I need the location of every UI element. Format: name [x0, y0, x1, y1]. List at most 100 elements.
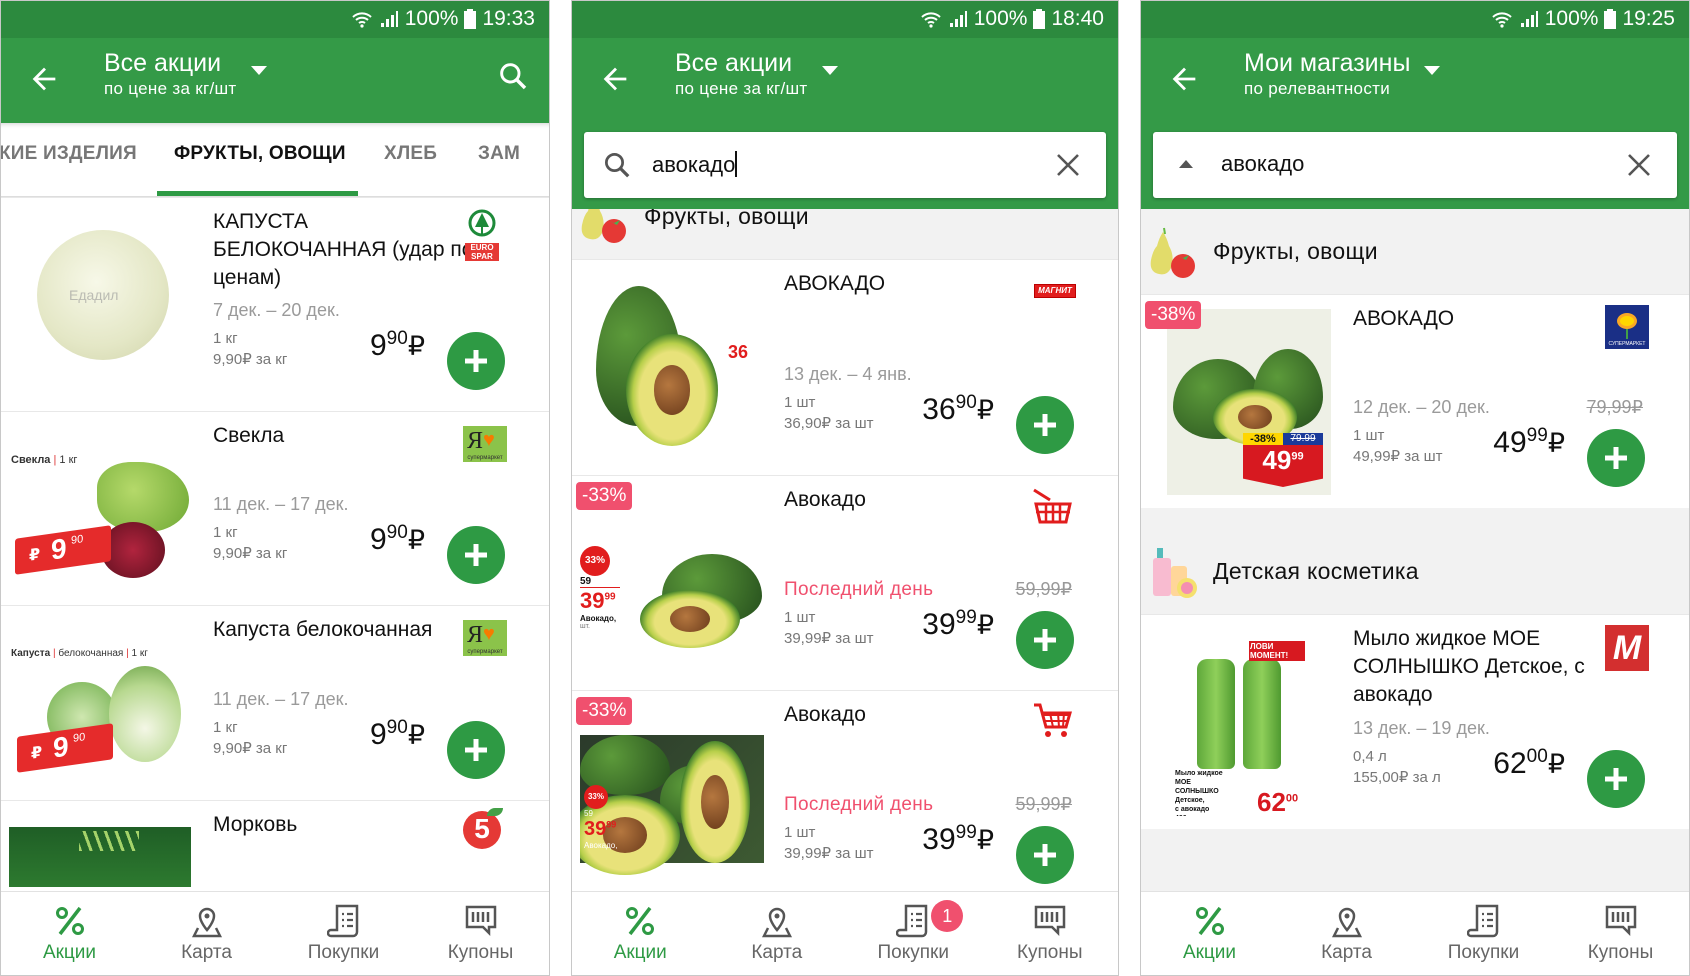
product-card[interactable]: Капуста | белокочанная | 1 кг ₽9 90 Капуста…	[1, 605, 549, 800]
clear-search-icon[interactable]	[1627, 153, 1651, 177]
tab-2[interactable]: ХЛЕБ	[384, 143, 437, 165]
product-image[interactable]: -38% 79.99 4999	[1149, 309, 1341, 495]
coupon-icon	[465, 905, 496, 937]
nav-coupon[interactable]: Купоны	[1552, 892, 1689, 975]
tab-0[interactable]: КИЕ ИЗДЕЛИЯ	[1, 143, 137, 165]
nav-receipt[interactable]: Покупки 1	[845, 892, 982, 975]
add-to-list-button[interactable]	[1587, 429, 1645, 487]
back-arrow-icon[interactable]	[27, 62, 61, 96]
magnit-text: МАГНИТ	[1038, 286, 1072, 295]
product-title[interactable]: КАПУСТА БЕЛОКОЧАННАЯ (удар по ценам)	[213, 208, 483, 292]
nav-label: Купоны	[447, 942, 514, 963]
product-title[interactable]: Свекла	[213, 422, 483, 450]
view-selector[interactable]: Все акции по цене за кг/шт	[675, 48, 838, 100]
search-icon[interactable]	[602, 150, 632, 180]
battery-percent: 100%	[404, 7, 459, 30]
search-field[interactable]: авокадо	[584, 132, 1106, 198]
nav-label: Купоны	[1587, 942, 1654, 963]
add-to-list-button[interactable]	[1587, 750, 1645, 808]
wifi-icon	[1492, 12, 1512, 28]
product-title[interactable]: Авокадо	[784, 701, 1054, 729]
results-list[interactable]: Фрукты, овощи -38% 79.99 4999 -38% АВОКАДО СУП…	[1141, 209, 1689, 891]
nav-percent[interactable]: Акции	[1141, 892, 1278, 975]
search-input[interactable]: авокадо	[1221, 151, 1304, 177]
search-icon[interactable]	[497, 60, 529, 92]
app-bar: Все акции по цене за кг/шт	[1, 38, 549, 123]
product-title[interactable]: Мыло жидкое МОЕ СОЛНЫШКО Детское, с авок…	[1353, 625, 1623, 709]
store-logo-cart-icon	[1034, 703, 1072, 737]
add-to-list-button[interactable]	[447, 332, 505, 390]
search-field[interactable]: авокадо	[1153, 132, 1677, 198]
nav-map-pin[interactable]: Карта	[138, 892, 275, 975]
nav-coupon[interactable]: Купоны	[412, 892, 549, 975]
battery-icon	[464, 9, 477, 29]
results-list[interactable]: Фрукты, овощи 36 АВОКАДО МАГНИТ 13 дек. – 4 …	[572, 209, 1118, 891]
product-card[interactable]: Свекла | 1 кг ₽9 90 Свекла Я ♥ супермаркет 11 д…	[1, 411, 549, 605]
product-image[interactable]: 33% 59 3999 Авокадо,	[580, 705, 772, 891]
back-arrow-icon[interactable]	[598, 62, 632, 96]
signal-icon	[949, 11, 967, 27]
dropdown-caret-icon[interactable]	[821, 66, 838, 76]
nav-receipt[interactable]: Покупки	[275, 892, 412, 975]
product-card[interactable]: 36 АВОКАДО МАГНИТ 13 дек. – 4 янв. 1 шт 36,90…	[572, 259, 1118, 475]
product-card[interactable]: ЛОВИ МОМЕНТ! Мыло жидкое МОЕ СОЛНЫШКО Детско…	[1141, 614, 1689, 829]
product-image[interactable]: Капуста | белокочанная | 1 кг ₽9 90	[9, 620, 201, 787]
price-cents: 90	[386, 717, 408, 738]
product-card[interactable]: Едадил КАПУСТА БЕЛОКОЧАННАЯ (удар по цена…	[1, 197, 549, 411]
results-list[interactable]: Едадил КАПУСТА БЕЛОКОЧАННАЯ (удар по цена…	[1, 197, 549, 891]
product-image[interactable]: Свекла | 1 кг ₽9 90	[9, 426, 201, 592]
coupon-icon	[1605, 905, 1636, 937]
nav-map-pin[interactable]: Карта	[709, 892, 846, 975]
tab-3[interactable]: ЗАМ	[478, 143, 520, 165]
add-to-list-button[interactable]	[1016, 826, 1074, 884]
package-size: 1 шт	[784, 824, 816, 841]
store-logo-basket-icon	[1033, 488, 1072, 524]
section-title: Детская косметика	[1213, 558, 1419, 584]
product-title[interactable]: Капуста белокочанная	[213, 616, 483, 644]
price-int: 9	[369, 329, 387, 362]
product-card[interactable]: 33% 59 3999 Авокадо, шт. -33% Авокадо Последний…	[572, 475, 1118, 690]
product-image[interactable]: 36	[580, 274, 772, 462]
product-card[interactable]: Морковь 5	[1, 800, 549, 891]
product-image[interactable]	[9, 815, 201, 891]
nav-coupon[interactable]: Купоны	[982, 892, 1119, 975]
add-to-list-button[interactable]	[1016, 611, 1074, 669]
nav-receipt[interactable]: Покупки	[1415, 892, 1552, 975]
app-bar: Мои магазины по релевантности авокадо	[1141, 38, 1689, 209]
nav-map-pin[interactable]: Карта	[1278, 892, 1415, 975]
product-title[interactable]: Авокадо	[784, 486, 1054, 514]
percent-icon	[55, 906, 84, 936]
phone-screen-3: 100% 19:25 Мои магазины по релевантности ав…	[1140, 0, 1690, 976]
add-to-list-button[interactable]	[1016, 396, 1074, 454]
back-arrow-icon[interactable]	[1167, 62, 1201, 96]
dropdown-caret-icon[interactable]	[1424, 66, 1441, 76]
product-image[interactable]: 33% 59 3999 Авокадо, шт.	[580, 490, 772, 677]
product-card[interactable]: -38% 79.99 4999 -38% АВОКАДО СУПЕРМАРКЕТ 12 де…	[1141, 294, 1689, 508]
map-pin-icon	[1331, 907, 1362, 938]
add-to-list-button[interactable]	[447, 526, 505, 584]
page-title: Все акции	[675, 49, 793, 77]
status-bar: 100% 18:40	[572, 1, 1118, 38]
nav-percent[interactable]: Акции	[1, 892, 138, 975]
product-title[interactable]: АВОКАДО	[784, 270, 1054, 298]
collapse-up-icon[interactable]	[1171, 150, 1201, 180]
nav-label: Акции	[42, 942, 97, 963]
battery-percent: 100%	[973, 7, 1028, 30]
product-card[interactable]: 33% 59 3999 Авокадо, -33% Авокадо Последний де…	[572, 690, 1118, 891]
clear-search-icon[interactable]	[1056, 153, 1080, 177]
product-title[interactable]: Морковь	[213, 811, 483, 839]
add-to-list-button[interactable]	[447, 721, 505, 779]
view-selector[interactable]: Мои магазины по релевантности	[1244, 48, 1441, 100]
view-selector[interactable]: Все акции по цене за кг/шт	[104, 48, 267, 100]
search-input[interactable]: авокадо	[652, 151, 738, 178]
product-title[interactable]: АВОКАДО	[1353, 305, 1623, 333]
sunflower-text: СУПЕРМАРКЕТ	[1608, 341, 1646, 347]
product-image[interactable]: ЛОВИ МОМЕНТ! Мыло жидкое МОЕ СОЛНЫШКО Детско…	[1149, 629, 1341, 816]
dropdown-caret-icon[interactable]	[250, 66, 267, 76]
tab-1[interactable]: ФРУКТЫ, ОВОЩИ	[174, 143, 346, 165]
nav-percent[interactable]: Акции	[572, 892, 709, 975]
image-price-card: 33% 59 3999 Авокадо,	[584, 785, 617, 850]
product-image[interactable]: Едадил	[9, 212, 201, 398]
receipt-icon	[326, 904, 358, 938]
package-size: 1 шт	[1353, 427, 1385, 444]
